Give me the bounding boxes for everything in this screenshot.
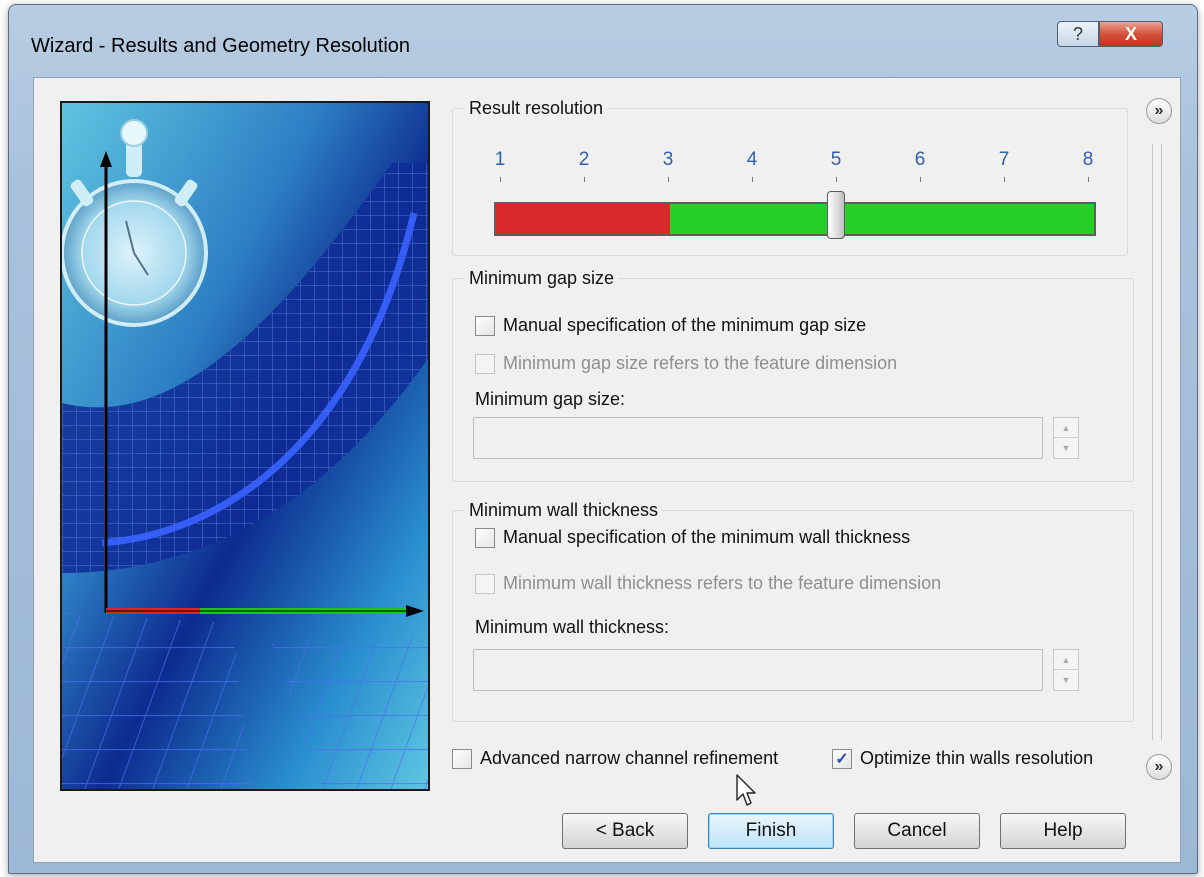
min-gap-title: Minimum gap size	[465, 268, 619, 289]
window-title: Wizard - Results and Geometry Resolution	[31, 35, 411, 57]
checkbox-box[interactable]	[475, 315, 495, 336]
tick-mark	[500, 177, 501, 182]
tick-mark	[836, 177, 837, 182]
spin-down-icon[interactable]: ▼	[1054, 438, 1078, 458]
manual-wall-label: Manual specification of the minimum wall…	[503, 527, 911, 547]
manual-gap-label: Manual specification of the minimum gap …	[503, 315, 867, 335]
spin-down-icon[interactable]: ▼	[1054, 670, 1078, 690]
min-wall-group: Minimum wall thickness Manual specificat…	[452, 500, 1134, 722]
result-resolution-group: Result resolution 1 2 3 4 5 6 7 8	[452, 98, 1128, 256]
help-title-button[interactable]: ?	[1057, 21, 1099, 47]
thin-walls-checkbox[interactable]: ✓ Optimize thin walls resolution	[832, 748, 1093, 769]
dialog-client-area: Result resolution 1 2 3 4 5 6 7 8 Minimum gap s…	[33, 77, 1181, 863]
spin-up-icon[interactable]: ▲	[1054, 650, 1078, 670]
resolution-slider-track[interactable]	[494, 202, 1096, 236]
min-gap-input[interactable]	[473, 417, 1043, 459]
tick-label: 3	[662, 149, 674, 170]
expand-down-button[interactable]: »	[1146, 754, 1172, 780]
min-gap-field-label: Minimum gap size:	[475, 389, 626, 409]
checkbox-box[interactable]	[475, 527, 495, 548]
tick-mark	[920, 177, 921, 182]
tick-label: 4	[746, 149, 758, 170]
tick-label: 6	[914, 149, 926, 170]
checkbox-box[interactable]	[475, 573, 495, 594]
thin-walls-label: Optimize thin walls resolution	[860, 748, 1094, 768]
tick-label: 8	[1082, 149, 1094, 170]
tick-label: 5	[830, 149, 842, 170]
finish-button[interactable]: Finish	[708, 813, 834, 849]
manual-wall-checkbox[interactable]: Manual specification of the minimum wall…	[475, 527, 910, 548]
slider-low-segment	[496, 204, 670, 234]
gap-feature-checkbox[interactable]: Minimum gap size refers to the feature d…	[475, 353, 897, 374]
side-scrollbar[interactable]	[1152, 144, 1162, 740]
tick-mark	[1088, 177, 1089, 182]
illustration-graphic	[62, 103, 428, 789]
result-resolution-title: Result resolution	[465, 98, 608, 119]
close-icon: X	[1124, 23, 1137, 44]
wall-feature-label: Minimum wall thickness refers to the fea…	[503, 573, 942, 593]
gap-feature-label: Minimum gap size refers to the feature d…	[503, 353, 898, 373]
checkbox-box[interactable]	[475, 353, 495, 374]
min-wall-spinner[interactable]: ▲ ▼	[1053, 649, 1079, 691]
min-gap-group: Minimum gap size Manual specification of…	[452, 268, 1134, 482]
wizard-window: Wizard - Results and Geometry Resolution…	[8, 4, 1198, 874]
tick-mark	[1004, 177, 1005, 182]
tick-mark	[668, 177, 669, 182]
slider-high-segment	[670, 204, 1094, 234]
min-gap-spinner[interactable]: ▲ ▼	[1053, 417, 1079, 459]
checkbox-box[interactable]: ✓	[832, 748, 852, 769]
expand-up-button[interactable]: »	[1146, 98, 1172, 124]
checkmark-icon: ✓	[835, 750, 849, 768]
help-button[interactable]: Help	[1000, 813, 1126, 849]
double-chevron-right-icon: »	[1154, 758, 1164, 775]
mouse-pointer-icon	[736, 774, 756, 806]
resolution-slider-thumb[interactable]	[827, 191, 845, 239]
min-wall-title: Minimum wall thickness	[465, 500, 663, 521]
tick-label: 7	[998, 149, 1010, 170]
wizard-illustration	[60, 101, 430, 791]
spin-up-icon[interactable]: ▲	[1054, 418, 1078, 438]
tick-label: 2	[578, 149, 590, 170]
question-icon: ?	[1072, 23, 1083, 44]
tick-mark	[584, 177, 585, 182]
narrow-channel-label: Advanced narrow channel refinement	[480, 748, 779, 768]
manual-gap-checkbox[interactable]: Manual specification of the minimum gap …	[475, 315, 866, 336]
resolution-scale: 1 2 3 4 5 6 7 8	[453, 149, 1127, 189]
min-wall-input[interactable]	[473, 649, 1043, 691]
tick-label: 1	[494, 149, 506, 170]
min-wall-field-label: Minimum wall thickness:	[475, 617, 670, 637]
close-button[interactable]: X	[1099, 21, 1163, 47]
back-button[interactable]: < Back	[562, 813, 688, 849]
narrow-channel-checkbox[interactable]: Advanced narrow channel refinement	[452, 748, 778, 769]
tick-mark	[752, 177, 753, 182]
double-chevron-right-icon: »	[1154, 102, 1164, 119]
checkbox-box[interactable]	[452, 748, 472, 769]
cancel-button[interactable]: Cancel	[854, 813, 980, 849]
wall-feature-checkbox[interactable]: Minimum wall thickness refers to the fea…	[475, 573, 941, 594]
